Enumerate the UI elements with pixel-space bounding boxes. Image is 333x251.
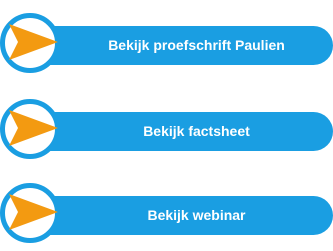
icon-circle[interactable] bbox=[0, 99, 60, 159]
button-label: Bekijk factsheet bbox=[143, 123, 250, 139]
arrow-right-icon bbox=[9, 194, 58, 230]
bekijk-factsheet-button[interactable]: Bekijk factsheet bbox=[0, 94, 333, 160]
arrow-right-icon bbox=[9, 24, 58, 60]
arrow-right-icon bbox=[9, 110, 58, 146]
icon-circle[interactable] bbox=[0, 13, 60, 73]
bekijk-proefschrift-button[interactable]: Bekijk proefschrift Paulien bbox=[0, 8, 333, 74]
button-label: Bekijk proefschrift Paulien bbox=[108, 37, 285, 53]
icon-circle[interactable] bbox=[0, 183, 60, 243]
bekijk-webinar-button[interactable]: Bekijk webinar bbox=[0, 178, 333, 244]
button-label: Bekijk webinar bbox=[147, 207, 246, 223]
